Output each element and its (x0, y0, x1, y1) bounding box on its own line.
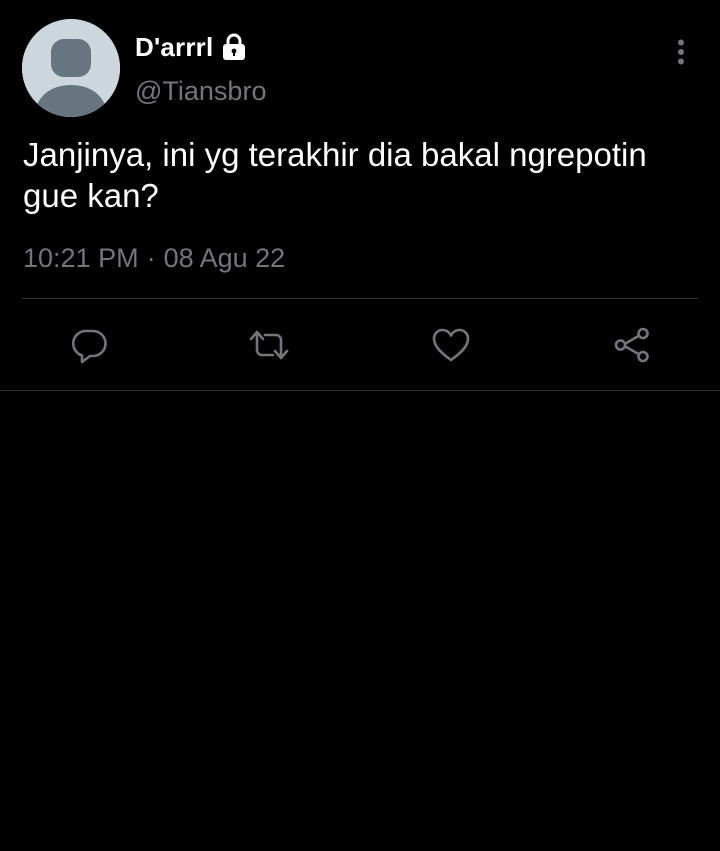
author-handle[interactable]: @Tiansbro (135, 76, 266, 107)
lock-icon (221, 33, 247, 61)
tweet-card: D'arrrl @Tiansbro Janjinya, ini yg terak… (0, 0, 720, 391)
like-button[interactable] (424, 318, 478, 372)
share-icon (614, 327, 649, 363)
avatar[interactable] (22, 19, 120, 117)
share-button[interactable] (605, 318, 659, 372)
divider (22, 298, 698, 299)
display-name[interactable]: D'arrrl (135, 32, 213, 63)
action-bar (0, 318, 720, 372)
more-vertical-icon (678, 39, 684, 65)
reply-icon (72, 329, 107, 364)
tweet-timestamp[interactable]: 10:21 PM · 08 Agu 22 (23, 243, 285, 274)
heart-icon (432, 328, 470, 362)
tweet-date: 08 Agu 22 (163, 243, 286, 273)
retweet-button[interactable] (242, 318, 296, 372)
meta-separator: · (146, 243, 156, 273)
tweet-text: Janjinya, ini yg terakhir dia bakal ngre… (23, 136, 647, 214)
author-row: D'arrrl (135, 30, 247, 64)
tweet-time: 10:21 PM (23, 243, 139, 273)
retweet-icon (249, 330, 289, 360)
more-options-button[interactable] (665, 34, 697, 70)
reply-button[interactable] (62, 318, 116, 372)
default-avatar-icon (22, 19, 120, 117)
